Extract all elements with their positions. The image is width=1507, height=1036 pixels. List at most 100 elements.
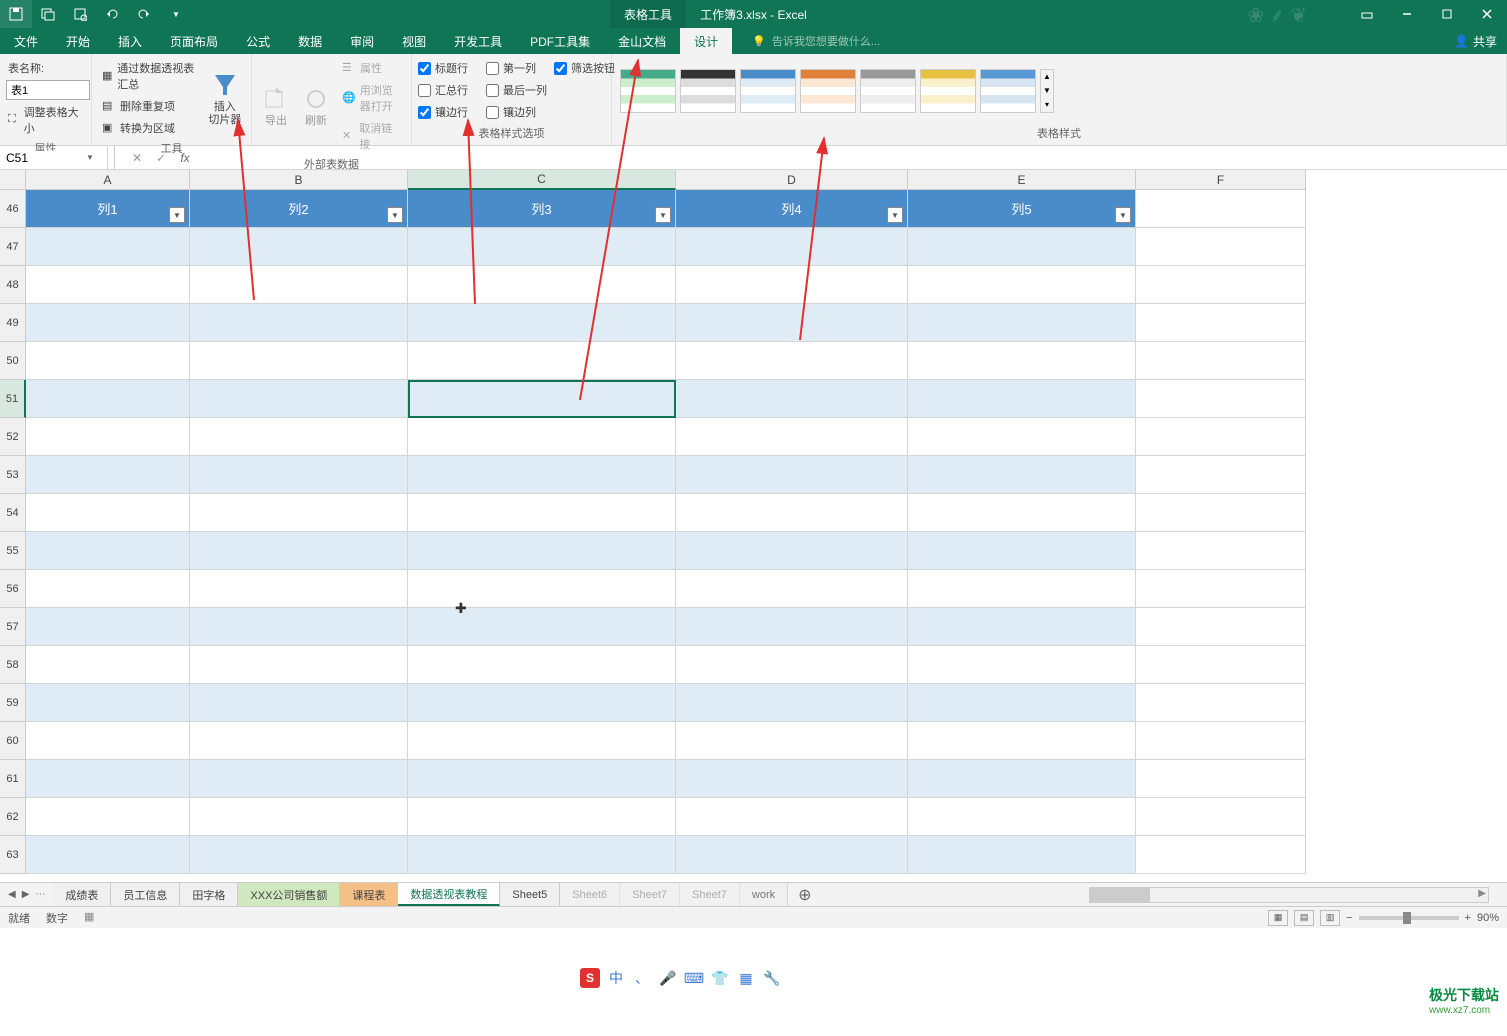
- zoom-slider[interactable]: [1359, 916, 1459, 920]
- cell-D58[interactable]: [676, 646, 908, 684]
- row-header-62[interactable]: 62: [0, 798, 26, 836]
- enter-formula-icon[interactable]: ✓: [149, 146, 173, 169]
- sheet-nav-last-icon[interactable]: ▶: [22, 889, 30, 900]
- filter-button-C[interactable]: ▼: [655, 207, 671, 223]
- row-header-54[interactable]: 54: [0, 494, 26, 532]
- row-header-52[interactable]: 52: [0, 418, 26, 456]
- cell-D59[interactable]: [676, 684, 908, 722]
- chk-banded-row[interactable]: 镶边行: [418, 104, 468, 120]
- cell-F52[interactable]: [1136, 418, 1306, 456]
- cell-B49[interactable]: [190, 304, 408, 342]
- tab-view[interactable]: 视图: [388, 28, 440, 54]
- style-swatch-1[interactable]: [620, 69, 676, 113]
- view-normal-icon[interactable]: ▦: [1268, 910, 1288, 926]
- sheet-tab-3[interactable]: 田字格: [180, 883, 238, 906]
- cell-F55[interactable]: [1136, 532, 1306, 570]
- cell-D46[interactable]: 列4▼: [676, 190, 908, 228]
- col-header-F[interactable]: F: [1136, 170, 1306, 190]
- cell-C55[interactable]: [408, 532, 676, 570]
- cell-E59[interactable]: [908, 684, 1136, 722]
- chk-filter[interactable]: 筛选按钮: [554, 60, 615, 76]
- cell-C46[interactable]: 列3▼: [408, 190, 676, 228]
- cell-E56[interactable]: [908, 570, 1136, 608]
- cell-B60[interactable]: [190, 722, 408, 760]
- cell-D51[interactable]: [676, 380, 908, 418]
- filter-button-E[interactable]: ▼: [1115, 207, 1131, 223]
- cell-C48[interactable]: [408, 266, 676, 304]
- sheet-tab-2[interactable]: 员工信息: [111, 883, 180, 906]
- sheet-tab-7[interactable]: Sheet5: [500, 883, 560, 906]
- cell-E49[interactable]: [908, 304, 1136, 342]
- cell-C49[interactable]: [408, 304, 676, 342]
- h-scroll-thumb[interactable]: [1090, 888, 1150, 902]
- cell-B62[interactable]: [190, 798, 408, 836]
- style-swatch-3[interactable]: [740, 69, 796, 113]
- cell-E53[interactable]: [908, 456, 1136, 494]
- cell-A48[interactable]: [26, 266, 190, 304]
- close-icon[interactable]: [1467, 0, 1507, 28]
- cell-A63[interactable]: [26, 836, 190, 874]
- col-header-C[interactable]: C: [408, 170, 676, 190]
- sheet-nav-menu-icon[interactable]: ⋯: [35, 889, 45, 900]
- cell-C60[interactable]: [408, 722, 676, 760]
- cell-B56[interactable]: [190, 570, 408, 608]
- cell-D49[interactable]: [676, 304, 908, 342]
- status-record-icon[interactable]: ▦: [84, 910, 94, 926]
- sheet-tab-1[interactable]: 成绩表: [53, 883, 111, 906]
- filter-button-A[interactable]: ▼: [169, 207, 185, 223]
- horizontal-scrollbar[interactable]: ◀ ▶: [1089, 887, 1489, 903]
- undo-icon[interactable]: [96, 0, 128, 28]
- cell-A60[interactable]: [26, 722, 190, 760]
- cell-C47[interactable]: [408, 228, 676, 266]
- name-box-input[interactable]: [6, 151, 86, 165]
- cell-F56[interactable]: [1136, 570, 1306, 608]
- refresh-button[interactable]: 刷新: [298, 58, 334, 154]
- cell-E58[interactable]: [908, 646, 1136, 684]
- cell-B51[interactable]: [190, 380, 408, 418]
- row-header-48[interactable]: 48: [0, 266, 26, 304]
- cell-E57[interactable]: [908, 608, 1136, 646]
- minimize-icon[interactable]: [1387, 0, 1427, 28]
- cell-A62[interactable]: [26, 798, 190, 836]
- tab-insert[interactable]: 插入: [104, 28, 156, 54]
- style-swatch-5[interactable]: [860, 69, 916, 113]
- row-header-46[interactable]: 46: [0, 190, 26, 228]
- cell-E51[interactable]: [908, 380, 1136, 418]
- view-layout-icon[interactable]: ▤: [1294, 910, 1314, 926]
- cell-C62[interactable]: [408, 798, 676, 836]
- row-header-59[interactable]: 59: [0, 684, 26, 722]
- ribbon-options-icon[interactable]: [1347, 0, 1387, 28]
- cell-B48[interactable]: [190, 266, 408, 304]
- cancel-formula-icon[interactable]: ✕: [125, 146, 149, 169]
- ime-tool-icon[interactable]: 🔧: [762, 968, 782, 988]
- cell-F49[interactable]: [1136, 304, 1306, 342]
- cell-F46[interactable]: [1136, 190, 1306, 228]
- cell-D56[interactable]: [676, 570, 908, 608]
- cell-E46[interactable]: 列5▼: [908, 190, 1136, 228]
- new-sheet-button[interactable]: ⊕: [788, 885, 821, 905]
- fx-icon[interactable]: fx: [173, 146, 197, 169]
- cell-A58[interactable]: [26, 646, 190, 684]
- row-header-56[interactable]: 56: [0, 570, 26, 608]
- cell-F61[interactable]: [1136, 760, 1306, 798]
- export-button[interactable]: 导出: [258, 58, 294, 154]
- sheet-tab-5[interactable]: 课程表: [340, 883, 398, 906]
- row-header-58[interactable]: 58: [0, 646, 26, 684]
- cell-D48[interactable]: [676, 266, 908, 304]
- ime-grid-icon[interactable]: ▦: [736, 968, 756, 988]
- insert-slicer-button[interactable]: 插入 切片器: [205, 58, 245, 138]
- ime-shirt-icon[interactable]: 👕: [710, 968, 730, 988]
- cell-B54[interactable]: [190, 494, 408, 532]
- sheet-tab-11[interactable]: work: [740, 883, 788, 906]
- cell-E48[interactable]: [908, 266, 1136, 304]
- cell-F53[interactable]: [1136, 456, 1306, 494]
- filter-button-B[interactable]: ▼: [387, 207, 403, 223]
- cell-A47[interactable]: [26, 228, 190, 266]
- ime-ch-icon[interactable]: 中: [606, 968, 626, 988]
- cell-B52[interactable]: [190, 418, 408, 456]
- cell-A53[interactable]: [26, 456, 190, 494]
- row-header-63[interactable]: 63: [0, 836, 26, 874]
- cell-B46[interactable]: 列2▼: [190, 190, 408, 228]
- redo-icon[interactable]: [128, 0, 160, 28]
- cell-F57[interactable]: [1136, 608, 1306, 646]
